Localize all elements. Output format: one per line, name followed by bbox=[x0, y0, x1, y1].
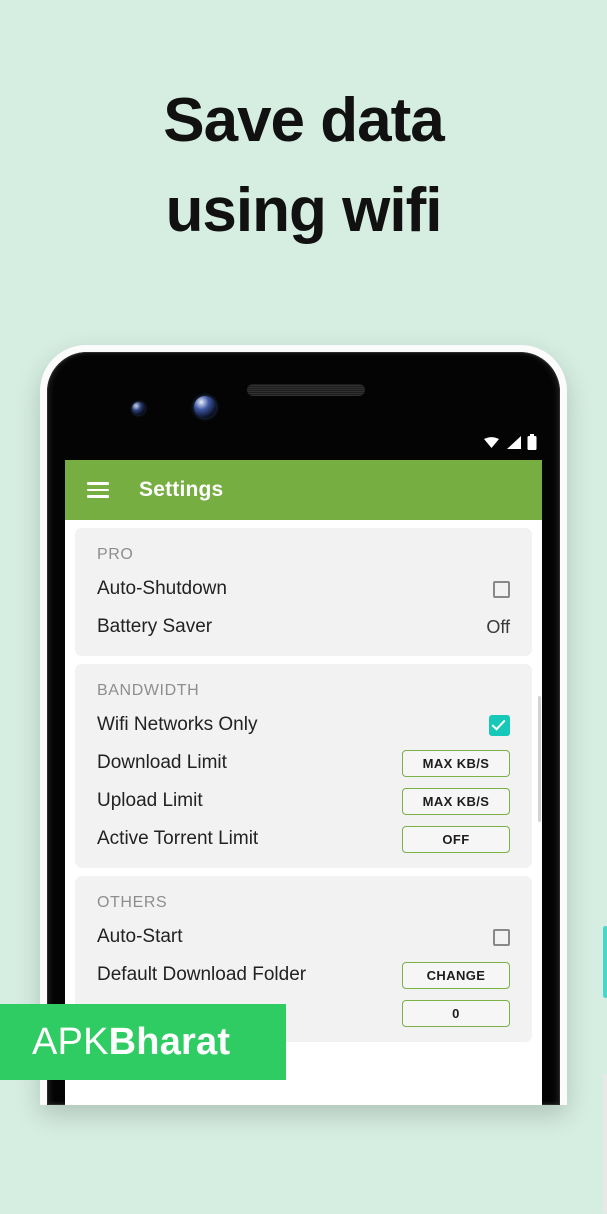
settings-row-label: Download Limit bbox=[97, 752, 227, 773]
settings-row-battery-saver[interactable]: Battery Saver Off bbox=[75, 608, 532, 646]
status-bar bbox=[47, 430, 560, 460]
checkbox-auto-shutdown[interactable] bbox=[493, 580, 510, 598]
checkbox-auto-start[interactable] bbox=[493, 928, 510, 946]
numeric-value-button[interactable]: 0 bbox=[402, 999, 510, 1027]
scrollbar[interactable] bbox=[538, 696, 541, 822]
settings-row-download-limit[interactable]: Download Limit MAX KB/S bbox=[75, 744, 532, 782]
power-button[interactable] bbox=[603, 926, 607, 998]
speaker-grille bbox=[247, 384, 365, 396]
camera-lens-icon bbox=[194, 396, 216, 418]
settings-row-label: Default Download Folder bbox=[97, 964, 307, 985]
headline-line-1: Save data bbox=[163, 86, 445, 155]
status-bar-icons bbox=[483, 434, 537, 450]
signal-icon bbox=[507, 436, 521, 449]
settings-row-label: Active Torrent Limit bbox=[97, 828, 259, 849]
app-bar: Settings bbox=[65, 460, 542, 520]
settings-row-label: Battery Saver bbox=[97, 616, 213, 637]
settings-row-value: Off bbox=[486, 616, 510, 637]
settings-row-upload-limit[interactable]: Upload Limit MAX KB/S bbox=[75, 782, 532, 820]
settings-row-active-torrent-limit[interactable]: Active Torrent Limit OFF bbox=[75, 820, 532, 858]
settings-row-default-download-folder[interactable]: Default Download Folder CHANGE bbox=[75, 956, 532, 994]
settings-row-label: Wifi Networks Only bbox=[97, 714, 258, 735]
download-limit-button[interactable]: MAX KB/S bbox=[402, 749, 510, 777]
watermark-prefix: APK bbox=[32, 1020, 109, 1063]
page-title: Save data using wifi bbox=[0, 76, 607, 256]
phone-mockup: Settings PRO Auto-Shutdown Battery Saver… bbox=[40, 345, 607, 1214]
settings-card-bandwidth: BANDWIDTH Wifi Networks Only Download Li… bbox=[75, 664, 532, 868]
settings-row-wifi-networks-only[interactable]: Wifi Networks Only bbox=[75, 706, 532, 744]
wifi-icon bbox=[484, 437, 499, 448]
battery-icon bbox=[527, 434, 537, 450]
checkbox-wifi-networks-only[interactable] bbox=[489, 714, 510, 736]
upload-limit-button[interactable]: MAX KB/S bbox=[402, 787, 510, 815]
volume-rocker-button[interactable] bbox=[603, 1074, 607, 1214]
section-header: OTHERS bbox=[97, 894, 168, 911]
settings-row-label: Auto-Shutdown bbox=[97, 578, 227, 599]
change-folder-button[interactable]: CHANGE bbox=[402, 961, 510, 989]
section-header: PRO bbox=[97, 546, 134, 563]
headline-line-2: using wifi bbox=[165, 175, 443, 245]
section-header: BANDWIDTH bbox=[97, 682, 200, 699]
active-torrent-limit-button[interactable]: OFF bbox=[402, 825, 510, 853]
phone-bezel: Settings PRO Auto-Shutdown Battery Saver… bbox=[47, 352, 560, 1105]
watermark-suffix: Bharat bbox=[108, 1020, 231, 1063]
settings-row-label: Upload Limit bbox=[97, 790, 203, 811]
hamburger-menu-icon[interactable] bbox=[87, 482, 109, 498]
settings-card-pro: PRO Auto-Shutdown Battery Saver Off bbox=[75, 528, 532, 656]
settings-row-auto-start[interactable]: Auto-Start bbox=[75, 918, 532, 956]
watermark-banner: APKBharat bbox=[0, 1004, 286, 1080]
watermark-text: APKBharat bbox=[32, 1021, 230, 1064]
settings-list: PRO Auto-Shutdown Battery Saver Off BAND… bbox=[65, 528, 542, 1042]
camera-lens-icon bbox=[132, 402, 145, 415]
settings-row-auto-shutdown[interactable]: Auto-Shutdown bbox=[75, 570, 532, 608]
settings-row-label: Auto-Start bbox=[97, 926, 183, 947]
app-bar-title: Settings bbox=[139, 478, 224, 501]
